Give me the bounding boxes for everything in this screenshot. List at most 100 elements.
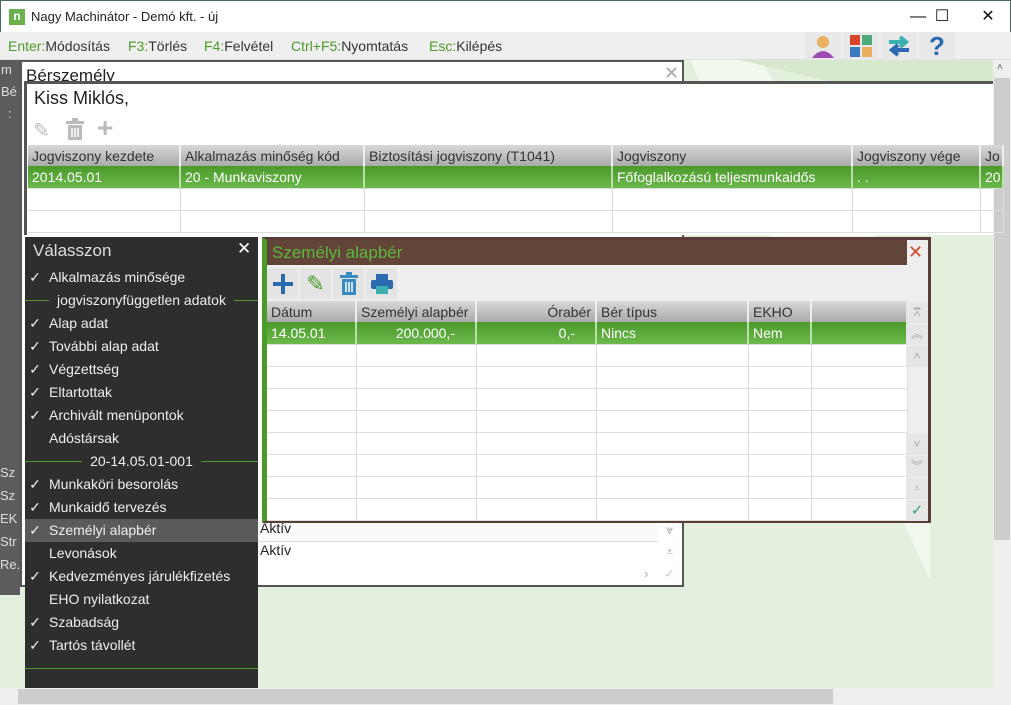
- szemelyi-alapber-dialog: Személyi alapbér ✕ ✎ Dátum Személyi alap…: [262, 237, 931, 523]
- column-header[interactable]: [811, 301, 908, 322]
- strip-text: Sz: [0, 488, 16, 503]
- switch-icon[interactable]: [881, 32, 917, 60]
- cell: Nincs: [596, 322, 749, 345]
- check-icon: ✓: [29, 476, 41, 492]
- menu-item[interactable]: Adóstársak: [25, 427, 258, 450]
- menu-section-separator: 20-14.05.01-001: [25, 450, 258, 473]
- column-header[interactable]: EKHO: [748, 301, 812, 322]
- app-logo-icon: n: [9, 9, 25, 25]
- table-row[interactable]: [267, 410, 908, 433]
- menu-item[interactable]: ✓ Eltartottak: [25, 381, 258, 404]
- menu-item[interactable]: ✓ Kedvezményes járulékfizetés: [25, 565, 258, 588]
- last-page-icon[interactable]: ⩡: [906, 478, 928, 499]
- row-down-icon[interactable]: ˅: [906, 434, 928, 455]
- column-header[interactable]: Órabér: [476, 301, 597, 322]
- shortcut-print[interactable]: Ctrl+F5:Nyomtatás: [291, 38, 408, 54]
- close-dialog-icon[interactable]: ✕: [908, 242, 923, 263]
- menu-item-label: Végzettség: [49, 361, 120, 377]
- scroll-last-icon[interactable]: ⩡: [666, 544, 673, 560]
- column-header[interactable]: Jogviszony kezdete: [28, 145, 181, 166]
- first-page-icon[interactable]: ⩞: [906, 302, 928, 323]
- salary-table: Dátum Személyi alapbér Órabér Bér típus …: [267, 301, 908, 521]
- edit-icon[interactable]: ✎: [33, 118, 50, 143]
- menu-item[interactable]: ✓ Személyi alapbér: [25, 519, 258, 542]
- column-header[interactable]: Bér típus: [596, 301, 749, 322]
- row-up-icon[interactable]: ˄: [906, 346, 928, 367]
- help-icon[interactable]: ?: [919, 31, 955, 61]
- cell: 20: [980, 166, 1004, 189]
- cell: 200.000,-: [356, 322, 477, 345]
- menu-item-label: Adóstársak: [49, 430, 120, 446]
- column-header[interactable]: Jogviszony vége: [852, 145, 981, 166]
- menu-item[interactable]: EHO nyilatkozat: [25, 588, 258, 611]
- trash-icon[interactable]: [64, 118, 86, 143]
- column-header[interactable]: Alkalmazás minőség kód: [180, 145, 365, 166]
- menu-item[interactable]: ✓ Alkalmazás minősége: [25, 266, 258, 289]
- column-header[interactable]: Biztosítási jogviszony (T1041): [364, 145, 613, 166]
- table-row[interactable]: [267, 454, 908, 477]
- print-icon[interactable]: [366, 268, 397, 299]
- table-row[interactable]: 2014.05.01 20 - Munkaviszony Főfoglalkoz…: [28, 166, 1004, 189]
- menu-item[interactable]: Levonások: [25, 542, 258, 565]
- scroll-end-icon[interactable]: ⩔: [666, 522, 673, 538]
- add-icon[interactable]: [267, 268, 298, 299]
- table-header: Jogviszony kezdete Alkalmazás minőség kó…: [28, 145, 1004, 166]
- close-menu-icon[interactable]: ✕: [237, 239, 251, 259]
- menu-item[interactable]: ✓ Archivált menüpontok: [25, 404, 258, 427]
- menu-item[interactable]: ✓ Munkaköri besorolás: [25, 473, 258, 496]
- table-row[interactable]: [267, 366, 908, 389]
- table-row[interactable]: [267, 344, 908, 367]
- menu-item[interactable]: ✓ További alap adat: [25, 335, 258, 358]
- column-header[interactable]: Jogviszony: [612, 145, 853, 166]
- check-icon: ✓: [29, 315, 41, 331]
- table-row[interactable]: [267, 432, 908, 455]
- table-row[interactable]: [267, 388, 908, 411]
- status-row: Aktív: [260, 542, 292, 558]
- column-header[interactable]: Jo: [980, 145, 1004, 166]
- check-icon[interactable]: ✓: [664, 566, 675, 582]
- check-icon: ✓: [29, 338, 41, 354]
- shortcut-modify[interactable]: Enter:Módosítás: [8, 38, 110, 54]
- menu-item-label: Levonások: [49, 545, 117, 561]
- shortcut-add[interactable]: F4:Felvétel: [204, 38, 273, 54]
- modules-icon[interactable]: [843, 32, 879, 60]
- menu-item[interactable]: ✓ Munkaidő tervezés: [25, 496, 258, 519]
- shortcut-key: F3:: [128, 38, 149, 54]
- shortcut-exit[interactable]: Esc:Kilépés: [429, 38, 502, 54]
- cell: 0,-: [476, 322, 597, 345]
- cell: 2014.05.01: [28, 166, 181, 189]
- menu-item-label: Szabadság: [49, 614, 120, 630]
- column-header[interactable]: Személyi alapbér: [356, 301, 477, 322]
- table-row[interactable]: [267, 498, 908, 521]
- employee-panel: Kiss Miklós, ✎ + Jogviszony kezdete Alka…: [24, 81, 1004, 235]
- menu-item[interactable]: ✓ Tartós távollét: [25, 634, 258, 657]
- confirm-check-icon[interactable]: ✓: [906, 500, 928, 521]
- menu-item-label: Alap adat: [49, 315, 109, 331]
- maximize-button[interactable]: ☐: [919, 5, 965, 29]
- add-icon[interactable]: +: [97, 112, 113, 144]
- check-icon: ✓: [29, 384, 41, 400]
- next-icon[interactable]: ›: [644, 566, 648, 581]
- close-window-button[interactable]: ✕: [965, 5, 1011, 29]
- strip-text: EK: [0, 511, 18, 526]
- table-row[interactable]: [28, 188, 1004, 211]
- shortcut-delete[interactable]: F3:Törlés: [128, 38, 187, 54]
- trash-icon[interactable]: [333, 268, 364, 299]
- page-down-icon[interactable]: ︾: [906, 456, 928, 477]
- background-window-strip: m Bé : Sz Sz EK Str Re..: [0, 60, 20, 595]
- column-header[interactable]: Dátum: [267, 301, 357, 322]
- check-icon: ✓: [29, 522, 41, 538]
- menu-item[interactable]: ✓ Szabadság: [25, 611, 258, 634]
- user-icon[interactable]: [805, 32, 841, 60]
- table-row[interactable]: 14.05.01 200.000,- 0,- Nincs Nem: [267, 322, 908, 345]
- check-icon: ✓: [29, 361, 41, 377]
- page-up-icon[interactable]: ︽: [906, 324, 928, 345]
- table-row[interactable]: [28, 210, 1004, 233]
- table-row[interactable]: [267, 476, 908, 499]
- menu-item[interactable]: ✓ Végzettség: [25, 358, 258, 381]
- menu-item-label: További alap adat: [49, 338, 159, 354]
- scroll-thumb[interactable]: [18, 689, 833, 704]
- menu-item[interactable]: ✓ Alap adat: [25, 312, 258, 335]
- horizontal-scrollbar[interactable]: [0, 688, 1011, 705]
- edit-icon[interactable]: ✎: [300, 268, 331, 299]
